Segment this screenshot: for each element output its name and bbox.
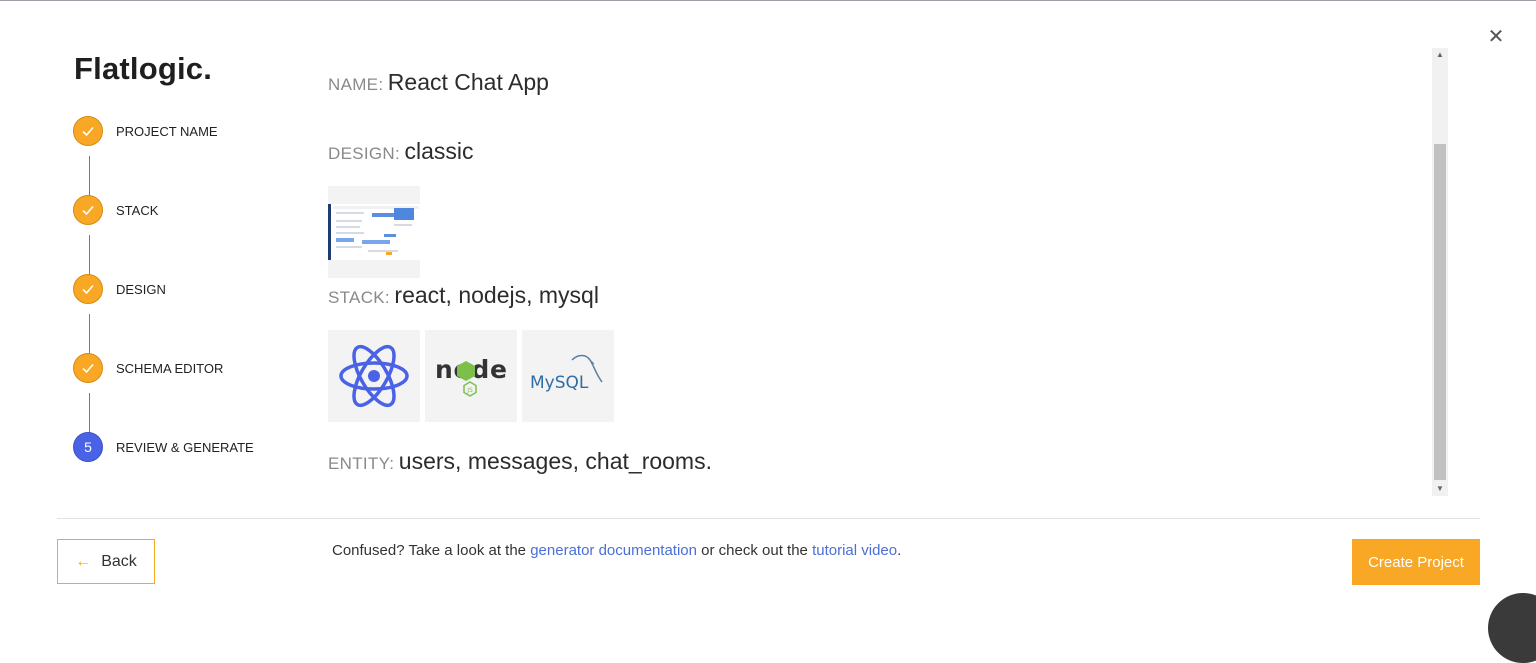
- react-logo: [328, 330, 420, 422]
- tutorial-video-link[interactable]: tutorial video: [812, 542, 897, 559]
- name-key: NAME:: [328, 75, 384, 94]
- step-schema-editor[interactable]: SCHEMA EDITOR: [73, 353, 293, 385]
- nodejs-logo-badge: JS: [466, 387, 473, 394]
- name-value: React Chat App: [387, 69, 549, 95]
- step-design[interactable]: DESIGN: [73, 274, 293, 306]
- chat-widget-button[interactable]: [1488, 593, 1536, 663]
- entity-row: ENTITY: users, messages, chat_rooms.: [328, 448, 712, 475]
- step-label: PROJECT NAME: [116, 124, 218, 139]
- name-row: NAME: React Chat App: [328, 69, 549, 96]
- nodejs-logo: node JS: [425, 330, 517, 422]
- help-text: Confused? Take a look at the generator d…: [332, 542, 901, 559]
- design-value: classic: [404, 138, 474, 164]
- help-prefix: Confused? Take a look at the: [332, 542, 531, 559]
- step-label: REVIEW & GENERATE: [116, 440, 254, 455]
- step-label: STACK: [116, 203, 159, 218]
- generator-documentation-link[interactable]: generator documentation: [530, 542, 697, 559]
- brand-logo: Flatlogic.: [74, 51, 213, 86]
- close-icon[interactable]: ✕: [1486, 27, 1506, 47]
- footer-divider: [57, 518, 1480, 519]
- step-label: SCHEMA EDITOR: [116, 361, 224, 376]
- help-suffix: .: [897, 542, 902, 559]
- step-connector: [89, 235, 90, 275]
- arrow-left-icon: ←: [75, 552, 92, 570]
- back-button-label: Back: [101, 552, 137, 570]
- step-label: DESIGN: [116, 282, 166, 297]
- mysql-logo: MySQL: [522, 330, 614, 422]
- step-stack[interactable]: STACK: [73, 195, 293, 227]
- check-icon: [73, 195, 103, 225]
- back-button[interactable]: ← Back: [57, 539, 155, 584]
- entity-key: ENTITY:: [328, 454, 395, 473]
- stack-key: STACK:: [328, 288, 390, 307]
- mysql-logo-text: MySQL: [530, 373, 589, 393]
- check-icon: [73, 116, 103, 146]
- check-icon: [73, 353, 103, 383]
- scrollbar[interactable]: ▲ ▼: [1432, 48, 1448, 496]
- create-project-button[interactable]: Create Project: [1352, 539, 1480, 585]
- stack-row: STACK: react, nodejs, mysql: [328, 282, 599, 309]
- scroll-up-icon[interactable]: ▲: [1432, 48, 1448, 62]
- classic-design-preview: [328, 186, 420, 278]
- step-connector: [89, 314, 90, 354]
- scroll-down-icon[interactable]: ▼: [1432, 482, 1448, 496]
- step-connector: [89, 393, 90, 433]
- scrollbar-thumb[interactable]: [1434, 144, 1446, 480]
- help-middle: or check out the: [696, 542, 813, 559]
- design-row: DESIGN: classic: [328, 138, 473, 165]
- design-key: DESIGN:: [328, 144, 401, 163]
- step-connector: [89, 156, 90, 196]
- stack-value: react, nodejs, mysql: [394, 282, 599, 308]
- step-project-name[interactable]: PROJECT NAME: [73, 116, 293, 148]
- step-review-generate[interactable]: 5 REVIEW & GENERATE: [73, 432, 293, 464]
- entity-value: users, messages, chat_rooms.: [398, 448, 712, 474]
- step-number-badge: 5: [73, 432, 103, 462]
- check-icon: [73, 274, 103, 304]
